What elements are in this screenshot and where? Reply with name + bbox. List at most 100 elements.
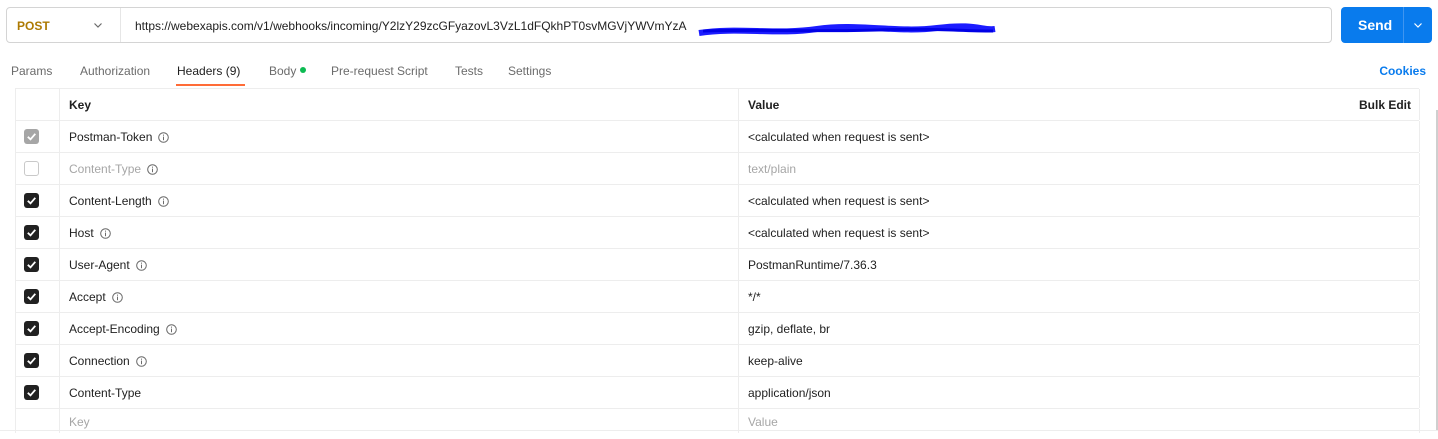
key-cell[interactable]: Accept (60, 281, 739, 312)
header-check-cell (16, 89, 60, 120)
value-cell[interactable]: keep-alive (739, 345, 1420, 376)
body-indicator-dot (300, 67, 306, 73)
check-cell (16, 121, 60, 152)
header-key: Connection (69, 354, 147, 368)
chevron-down-icon[interactable] (1413, 20, 1423, 30)
tab-settings[interactable]: Settings (508, 64, 551, 78)
info-icon[interactable] (157, 196, 169, 207)
column-value-label: Value (748, 98, 780, 112)
header-key: Postman-Token (69, 130, 170, 144)
row-checkbox[interactable] (24, 193, 39, 208)
key-cell[interactable]: Postman-Token (60, 121, 739, 152)
value-cell[interactable]: <calculated when request is sent> (739, 121, 1420, 152)
table-row: User-Agent PostmanRuntime/7.36.3 (16, 249, 1420, 281)
table-row: Accept */* (16, 281, 1420, 313)
row-checkbox[interactable] (24, 385, 39, 400)
header-key-text: Accept (69, 290, 106, 304)
header-value: text/plain (748, 162, 797, 176)
header-value: keep-alive (748, 354, 803, 368)
bottom-divider (0, 430, 1438, 431)
header-key: Content-Length (69, 194, 169, 208)
check-cell (16, 345, 60, 376)
info-icon[interactable] (165, 324, 177, 335)
cookies-link[interactable]: Cookies (1379, 64, 1426, 78)
tab-body[interactable]: Body (269, 64, 296, 78)
table-header-row: Key Value Bulk Edit (16, 89, 1420, 121)
request-bar: POST https://webexapis.com/v1/webhooks/i… (6, 7, 1332, 43)
value-cell[interactable]: gzip, deflate, br (739, 313, 1420, 344)
row-checkbox[interactable] (24, 225, 39, 240)
key-cell[interactable]: Content-Type (60, 153, 739, 184)
table-row: Connection keep-alive (16, 345, 1420, 377)
key-placeholder[interactable]: Key (69, 415, 90, 429)
header-key-cell: Key (60, 89, 739, 120)
row-checkbox[interactable] (24, 289, 39, 304)
value-placeholder[interactable]: Value (748, 415, 778, 429)
table-row: Postman-Token <calculated when request is… (16, 121, 1420, 153)
value-cell[interactable]: */* (739, 281, 1420, 312)
check-cell (16, 377, 60, 408)
header-key-text: Content-Type (69, 162, 142, 176)
header-key-text: Connection (69, 354, 130, 368)
info-icon[interactable] (111, 292, 123, 303)
row-checkbox[interactable] (24, 353, 39, 368)
table-row: Accept-Encoding gzip, deflate, br (16, 313, 1420, 345)
key-cell[interactable]: Host (60, 217, 739, 248)
header-value-cell: Value Bulk Edit (739, 89, 1420, 120)
header-key-text: Host (69, 226, 94, 240)
info-icon[interactable] (147, 164, 158, 175)
url-input[interactable]: https://webexapis.com/v1/webhooks/incomi… (135, 19, 687, 33)
tab-tests[interactable]: Tests (455, 64, 483, 78)
headers-table: Key Value Bulk Edit Postman-Token <calcul… (15, 88, 1420, 433)
header-key: User-Agent (69, 258, 147, 272)
header-value: <calculated when request is sent> (748, 226, 930, 240)
header-value: <calculated when request is sent> (748, 130, 930, 144)
check-cell (16, 313, 60, 344)
header-key-text: User-Agent (69, 258, 130, 272)
key-cell[interactable]: Accept-Encoding (60, 313, 739, 344)
row-checkbox[interactable] (24, 257, 39, 272)
header-key-text: Postman-Token (69, 130, 153, 144)
info-icon[interactable] (135, 260, 147, 271)
redaction-scribble (698, 23, 996, 36)
tab-params[interactable]: Params (11, 64, 52, 78)
check-cell (16, 249, 60, 280)
info-icon[interactable] (135, 356, 147, 367)
info-icon[interactable] (158, 132, 170, 143)
tab-headers[interactable]: Headers (9) (177, 64, 240, 78)
header-key-text: Accept-Encoding (69, 322, 160, 336)
column-key-label: Key (69, 98, 92, 112)
value-cell[interactable]: application/json (739, 377, 1420, 408)
send-button[interactable]: Send (1341, 7, 1432, 43)
header-value: */* (748, 290, 761, 304)
key-cell[interactable]: User-Agent (60, 249, 739, 280)
value-cell[interactable]: text/plain (739, 153, 1420, 184)
bulk-edit-button[interactable]: Bulk Edit (1359, 98, 1411, 112)
key-cell[interactable]: Content-Type (60, 377, 739, 408)
header-key: Content-Type (69, 386, 141, 400)
header-value: gzip, deflate, br (748, 322, 831, 336)
tab-authorization[interactable]: Authorization (80, 64, 150, 78)
header-value: <calculated when request is sent> (748, 194, 930, 208)
value-cell[interactable]: <calculated when request is sent> (739, 185, 1420, 216)
table-row: Content-Length <calculated when request i… (16, 185, 1420, 217)
info-icon[interactable] (99, 228, 111, 239)
method-select[interactable]: POST (7, 8, 121, 42)
tab-pre-request-script[interactable]: Pre-request Script (331, 64, 428, 78)
chevron-down-icon (94, 23, 102, 28)
table-row: Host <calculated when request is sent> (16, 217, 1420, 249)
method-label: POST (17, 19, 50, 33)
header-key: Accept-Encoding (69, 322, 177, 336)
value-cell[interactable]: PostmanRuntime/7.36.3 (739, 249, 1420, 280)
row-checkbox[interactable] (24, 321, 39, 336)
key-cell[interactable]: Connection (60, 345, 739, 376)
active-tab-indicator (176, 84, 245, 86)
header-value: application/json (748, 386, 831, 400)
header-key-text: Content-Type (69, 386, 142, 400)
value-cell[interactable]: <calculated when request is sent> (739, 217, 1420, 248)
row-checkbox[interactable] (24, 161, 39, 176)
key-cell[interactable]: Content-Length (60, 185, 739, 216)
table-row: Content-Type text/plain (16, 153, 1420, 185)
send-divider (1403, 7, 1404, 43)
header-key: Accept (69, 290, 123, 304)
